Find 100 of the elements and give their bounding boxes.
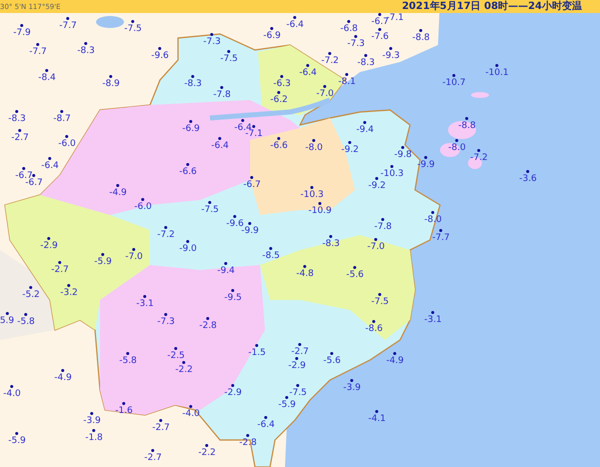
station-dot (318, 202, 322, 205)
temperature-change-label: -6.9 (263, 31, 281, 41)
station-dot (456, 139, 458, 142)
temperature-change-label: -6.8 (340, 24, 358, 34)
temperature-change-label: -9.6 (226, 219, 244, 229)
temperature-change-label: -2.2 (198, 448, 216, 458)
temperature-change-label: -4.9 (109, 188, 127, 198)
temperature-change-label: -7.7 (59, 21, 77, 31)
temperature-change-label: -6.4 (299, 68, 317, 78)
temperature-change-label: -4.1 (368, 414, 386, 424)
station-dot (252, 125, 256, 128)
station-dot (348, 141, 352, 144)
temperature-change-label: -6.9 (182, 124, 200, 134)
station-dot (304, 265, 306, 268)
temperature-change-label: -8.4 (38, 73, 56, 83)
station-dot (378, 293, 382, 296)
station-dot (66, 135, 68, 138)
station-dot (232, 289, 234, 292)
station-dot (174, 347, 178, 350)
station-dot (294, 16, 296, 19)
station-dot (16, 432, 18, 435)
temperature-change-label: -7.5 (124, 24, 142, 34)
temperature-change-label: -7.0 (316, 89, 334, 99)
station-dot (312, 139, 316, 142)
station-dot (102, 253, 104, 256)
temperature-change-label: -7.0 (367, 242, 385, 252)
temperature-change-label: -9.2 (341, 145, 359, 155)
station-dot (306, 64, 310, 67)
station-dot (182, 361, 186, 364)
station-dot (10, 385, 14, 388)
temperature-change-label: -7.1 (386, 13, 404, 23)
station-dot (278, 137, 280, 140)
station-dot (440, 229, 442, 232)
station-dot (382, 218, 384, 221)
temperature-change-label: -7.2 (470, 153, 488, 163)
station-dot (192, 75, 194, 78)
temperature-change-label: -8.5 (262, 251, 280, 261)
temperature-change-label: -9.4 (217, 266, 235, 276)
station-dot (280, 75, 284, 78)
temperature-change-label: -4.9 (386, 356, 404, 366)
temperature-change-label: -8.0 (448, 143, 466, 153)
station-dot (164, 313, 168, 316)
station-dot (298, 343, 302, 346)
station-dot (364, 121, 366, 124)
temperature-change-label: -9.3 (382, 51, 400, 61)
temperature-change-label: -6.0 (58, 139, 76, 149)
temperature-change-label: -6.2 (270, 95, 288, 105)
station-dot (46, 69, 48, 72)
station-dot (144, 295, 146, 298)
station-dot (374, 238, 378, 241)
station-dot (378, 28, 382, 31)
temperature-change-label: -2.7 (11, 133, 29, 143)
map-title: 2021年5月17日 08时——24小时变温 (402, 0, 583, 13)
temperature-change-label: -5.9 (8, 436, 26, 446)
station-dot (350, 379, 354, 382)
station-dot (256, 344, 258, 347)
temperature-change-label: -7.2 (157, 230, 175, 240)
temperature-change-label: -7.8 (213, 90, 231, 100)
temperature-change-label: -9.0 (179, 244, 197, 254)
station-dot (354, 266, 356, 269)
station-dot (48, 237, 50, 240)
temperature-change-label: -8.8 (458, 121, 476, 131)
temperature-change-label: -4.0 (3, 389, 21, 399)
station-dot (206, 444, 208, 447)
station-dot (264, 416, 268, 419)
station-dot (62, 369, 64, 372)
station-dot (186, 163, 190, 166)
temperature-change-label: -7.7 (432, 233, 450, 243)
station-dot (66, 17, 70, 20)
station-dot (296, 384, 300, 387)
temperature-change-label: -3.1 (424, 315, 442, 325)
temperature-change-label: -4.9 (54, 373, 72, 383)
temperature-change-label: -8.3 (77, 46, 95, 56)
station-dot (478, 149, 480, 152)
station-dot (160, 419, 162, 422)
temperature-change-label: -5.9 (94, 257, 112, 267)
station-dot (354, 35, 358, 38)
station-dot (18, 129, 22, 132)
station-dot (420, 29, 422, 32)
station-dot (390, 47, 392, 50)
temperature-change-label: -7.5 (371, 297, 389, 307)
temperature-change-label: -9.6 (151, 51, 169, 61)
station-dot (286, 396, 288, 399)
temperature-change-label: -9.9 (241, 226, 259, 236)
station-dot (218, 137, 222, 140)
station-dot (220, 86, 224, 89)
temperature-change-label: -6.7 (371, 17, 389, 27)
temperature-change-label: -7.8 (374, 222, 392, 232)
station-dot (110, 75, 112, 78)
temperature-change-label: -3.6 (519, 174, 537, 184)
station-dot (190, 405, 192, 408)
temperature-change-label: -8.6 (365, 324, 383, 334)
temperature-change-label: -7.3 (157, 317, 175, 327)
temperature-change-label: -8.7 (53, 114, 71, 124)
station-dot (32, 174, 36, 177)
station-dot (126, 352, 130, 355)
station-dot (270, 247, 272, 250)
station-dot (30, 286, 32, 289)
temperature-change-label: -7.0 (125, 252, 143, 262)
station-dot (394, 352, 396, 355)
